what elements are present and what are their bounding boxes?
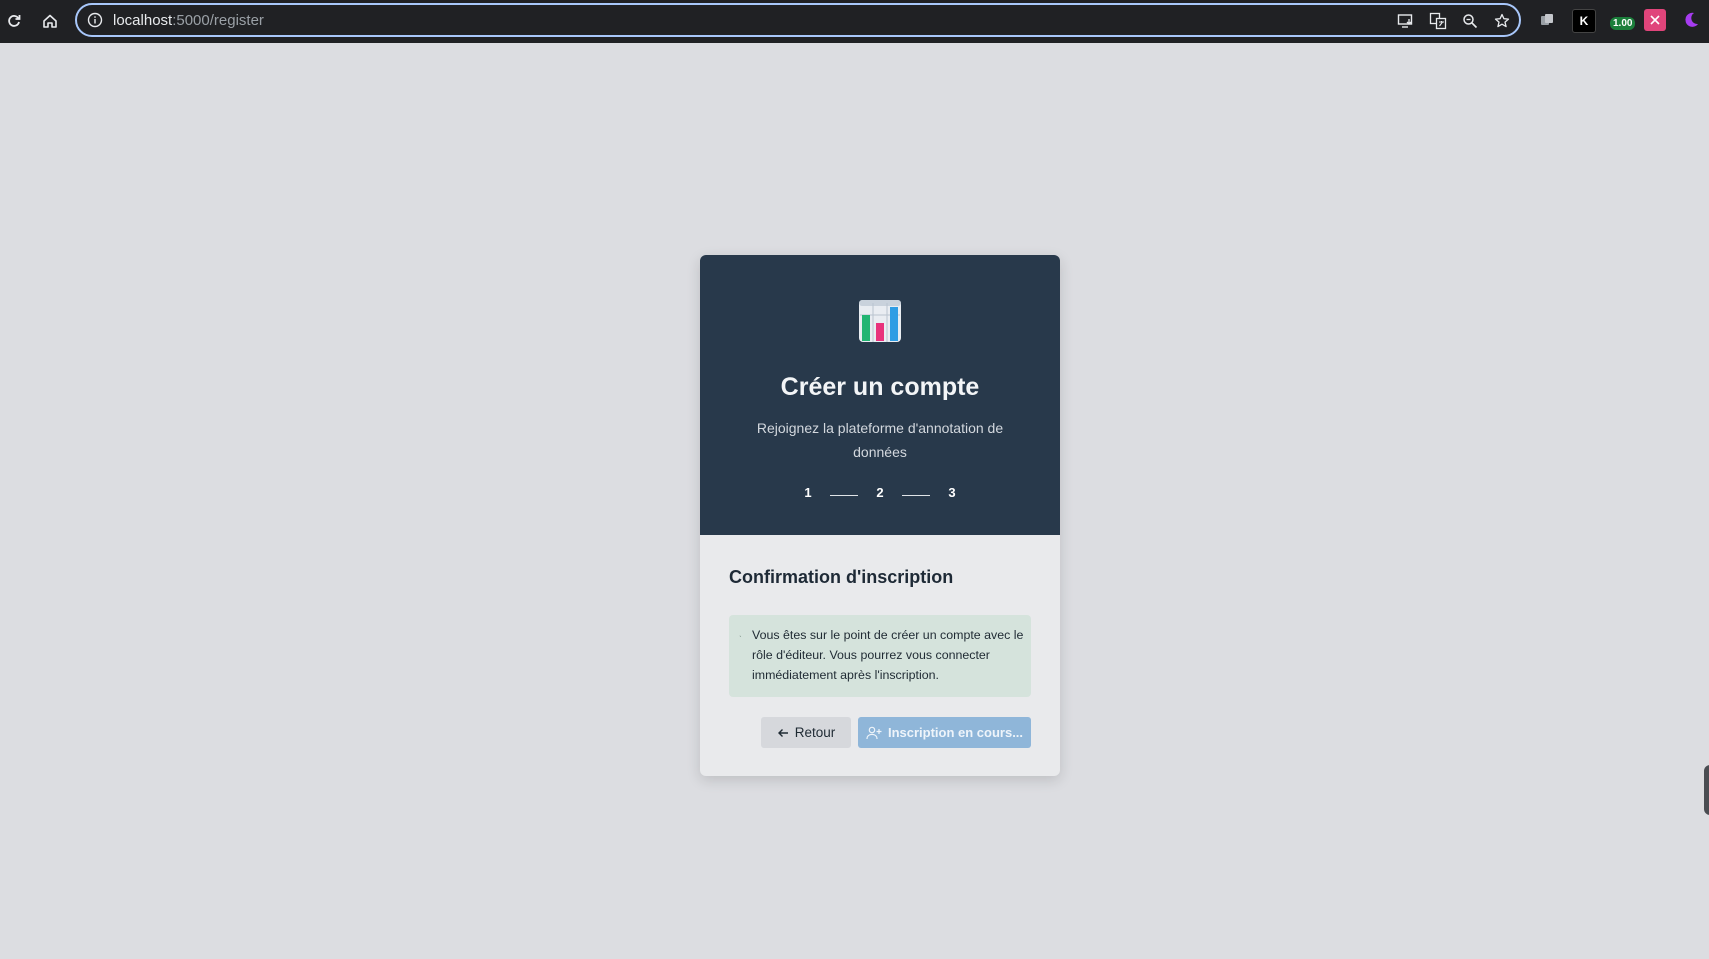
translate-icon[interactable] [1427, 10, 1449, 32]
info-text: Vous êtes sur le point de créer un compt… [752, 628, 1024, 682]
step-connector [902, 495, 930, 496]
page-subtitle: Rejoignez la plateforme d'annotation de … [756, 420, 1004, 460]
install-app-icon[interactable] [1395, 10, 1417, 32]
k-extension-icon[interactable]: K [1572, 9, 1596, 33]
step-2: 2 [876, 485, 884, 500]
floating-edge-widget[interactable] [1704, 765, 1709, 815]
submit-button-label: Inscription en cours... [887, 725, 1024, 740]
section-title: Confirmation d'inscription [729, 567, 954, 587]
site-info-icon[interactable] [87, 12, 103, 33]
arrow-left-icon [777, 728, 788, 737]
url-host: localhost [113, 12, 173, 29]
counter-extension-icon[interactable]: 1.00 [1608, 9, 1636, 31]
step-indicator: 1 2 3 [700, 485, 1060, 505]
extension-badge: 1.00 [1610, 17, 1636, 30]
home-icon[interactable] [39, 10, 61, 32]
step-1: 1 [804, 485, 812, 500]
browser-toolbar: localhost:5000/register K 1.00 [0, 0, 1709, 43]
info-alert: ˎ Vous êtes sur le point de créer un com… [729, 615, 1031, 697]
register-card: Créer un compte Rejoignez la plateforme … [700, 255, 1060, 776]
bar-chart-logo-icon [858, 299, 902, 343]
back-button-label: Retour [794, 725, 836, 740]
card-body: Confirmation d'inscription ˎ Vous êtes s… [700, 535, 1060, 776]
url-path: :5000/register [172, 12, 264, 29]
submit-button[interactable]: Inscription en cours... [858, 717, 1031, 748]
zoom-icon[interactable] [1459, 10, 1481, 32]
check-icon: ˎ [739, 627, 742, 637]
reload-icon[interactable] [3, 10, 25, 32]
user-plus-icon [866, 726, 882, 739]
step-connector [830, 495, 858, 496]
bookmark-star-icon[interactable] [1491, 10, 1513, 32]
moon-extension-icon[interactable] [1680, 9, 1702, 31]
back-button[interactable]: Retour [761, 717, 851, 748]
step-3: 3 [948, 485, 956, 500]
page-title: Créer un compte [780, 373, 980, 401]
url-text: localhost:5000/register [113, 12, 264, 29]
card-header: Créer un compte Rejoignez la plateforme … [700, 255, 1060, 535]
extension-icon[interactable] [1536, 9, 1558, 31]
address-bar[interactable]: localhost:5000/register [75, 3, 1521, 37]
pink-extension-icon[interactable] [1644, 9, 1666, 31]
